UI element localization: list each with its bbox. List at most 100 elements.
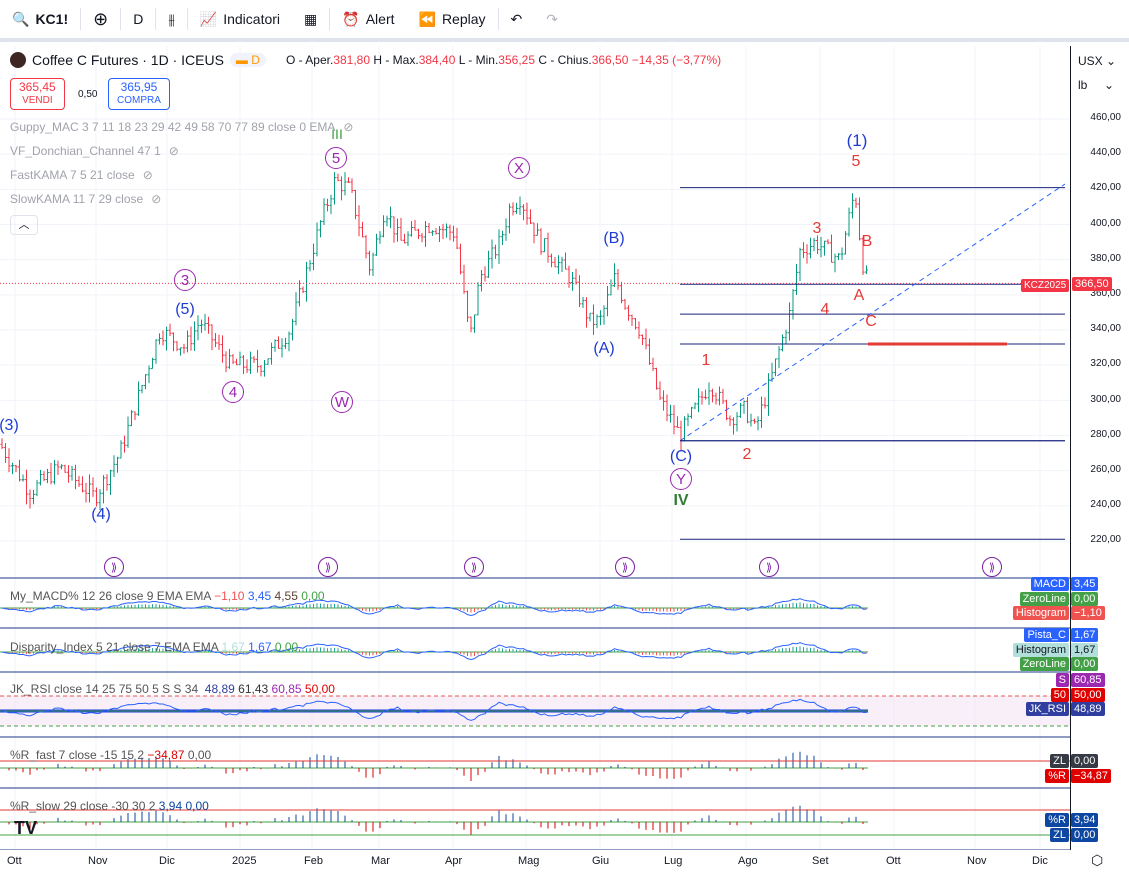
wave-label-c-paren: (C)	[669, 448, 693, 465]
chart-canvas[interactable]	[0, 46, 1070, 850]
market-status-badge: ▬ D	[229, 53, 266, 67]
plus-circle-icon: ⊕	[93, 8, 109, 29]
time-tick: Mar	[371, 855, 390, 867]
time-tick: Nov	[967, 855, 987, 867]
price-tick: 440,00	[1090, 147, 1121, 159]
wave-label-w: W	[331, 391, 353, 413]
wave-label-iii: III	[331, 126, 343, 142]
wave-label-x: X	[508, 157, 530, 179]
buy-button[interactable]: 365,95 COMPRA	[108, 78, 170, 110]
time-tick: Ott	[886, 855, 901, 867]
wave-label-2: 2	[742, 446, 752, 463]
alarm-icon: ⏰	[342, 10, 360, 27]
currency-select[interactable]: USX ⌄	[1078, 54, 1116, 68]
sell-button[interactable]: 365,45 VENDI	[10, 78, 65, 110]
wave-label-4-circled: 4	[222, 381, 244, 403]
event-marker-icon[interactable]: ⟫	[464, 557, 484, 577]
indicator-fastkama[interactable]: FastKAMA 7 5 21 close ⊘	[10, 168, 153, 182]
indicator-guppy[interactable]: Guppy_MAC 3 7 11 18 23 29 42 49 58 70 77…	[10, 120, 353, 134]
rsi-tag-label: JK_RSI	[1025, 702, 1069, 716]
rslow-legend[interactable]: %R_slow 29 close -30 30 2 3,94 0,00	[10, 799, 209, 813]
rfast-legend[interactable]: %R_fast 7 close -15 15 2 −34,87 0,00	[10, 748, 211, 762]
disp-tag-label: Pista_C	[1024, 628, 1069, 642]
price-tick: 280,00	[1090, 428, 1121, 440]
time-tick: Set	[812, 855, 829, 867]
price-tick: 380,00	[1090, 252, 1121, 264]
disparity-legend[interactable]: Disparity_Index 5 21 close 7 EMA EMA 1,6…	[10, 640, 298, 654]
search-icon: 🔍	[12, 10, 30, 27]
time-tick: Giu	[592, 855, 610, 867]
wave-label-4: 4	[820, 301, 830, 318]
time-tick: Nov	[88, 855, 108, 867]
price-tick: 420,00	[1090, 182, 1121, 194]
macd-tag-label: Histogram	[1012, 606, 1069, 620]
wave-label-c: C	[865, 313, 877, 330]
rfast-tag-label: %R	[1045, 768, 1069, 783]
interval-button[interactable]: D	[121, 0, 155, 38]
last-price-label: 366,50	[1072, 277, 1112, 291]
time-tick: Mag	[518, 855, 540, 867]
unit-select[interactable]: lb ⌄	[1078, 78, 1114, 92]
wave-label-3-circled: 3	[174, 269, 196, 291]
indicators-button[interactable]: 📈 Indicatori	[188, 0, 292, 38]
wave-label-3-paren: (3)	[0, 417, 19, 434]
macd-legend[interactable]: My_MACD% 12 26 close 9 EMA EMA −1,10 3,4…	[10, 589, 325, 603]
wave-label-b: B	[861, 233, 873, 250]
settings-icon[interactable]: ⬡	[1091, 852, 1103, 869]
grid-icon: ▦	[304, 10, 318, 27]
redo-button[interactable]: ↷	[534, 0, 570, 38]
coffee-logo-icon	[10, 52, 26, 68]
collapse-legend-button[interactable]: ︿	[10, 215, 38, 235]
time-tick: Dic	[1032, 855, 1048, 867]
price-tick: 260,00	[1090, 464, 1121, 475]
rsi-legend[interactable]: JK_RSI close 14 25 75 50 5 S S 34 48,89 …	[10, 682, 335, 696]
wave-label-3: 3	[812, 220, 822, 237]
eye-hidden-icon[interactable]: ⊘	[143, 168, 153, 182]
indicators-icon: 📈	[199, 10, 218, 27]
price-tick: 340,00	[1090, 323, 1121, 335]
eye-hidden-icon[interactable]: ⊘	[343, 120, 353, 134]
symbol-search[interactable]: 🔍 KC1!	[0, 0, 80, 38]
rsi-tag-label: S	[1055, 673, 1069, 687]
price-tick: 220,00	[1090, 534, 1121, 546]
wave-label-b-paren: (B)	[603, 230, 625, 247]
alert-button[interactable]: ⏰ Alert	[330, 0, 406, 38]
eye-hidden-icon[interactable]: ⊘	[169, 144, 179, 158]
spread: 0,50	[78, 88, 98, 102]
time-tick: Lug	[664, 855, 683, 867]
event-marker-icon[interactable]: ⟫	[318, 557, 338, 577]
event-marker-icon[interactable]: ⟫	[615, 557, 635, 577]
price-axis[interactable]: USX ⌄ lb ⌄ 460,00 440,00 420,00 400,00 380,0…	[1070, 46, 1129, 868]
redo-icon: ↷	[546, 10, 558, 27]
chevron-down-icon: ⌄	[1104, 78, 1115, 92]
compare-button[interactable]: ⊕	[81, 0, 120, 38]
time-tick: 2025	[232, 855, 257, 867]
indicator-slowkama[interactable]: SlowKAMA 11 7 29 close ⊘	[10, 192, 161, 206]
wave-label-5-circled: 5	[325, 147, 347, 169]
wave-label-a: A	[853, 287, 865, 304]
wave-label-4-paren: (4)	[91, 506, 111, 523]
event-marker-icon[interactable]: ⟫	[104, 557, 124, 577]
top-toolbar: 🔍 KC1! ⊕ D ⫵ 📈 Indicatori ▦ ⏰ Alert ⏪ Replay…	[0, 0, 1129, 42]
event-marker-icon[interactable]: ⟫	[759, 557, 779, 577]
indicator-donchian[interactable]: VF_Donchian_Channel 47 1 ⊘	[10, 144, 179, 158]
price-tick: 240,00	[1090, 499, 1121, 511]
macd-tag-label: ZeroLine	[1019, 591, 1069, 606]
chart-area[interactable]	[0, 46, 1070, 850]
time-tick: Dic	[159, 855, 175, 867]
layouts-button[interactable]: ▦	[292, 0, 329, 38]
time-tick: Feb	[304, 855, 323, 867]
eye-hidden-icon[interactable]: ⊘	[151, 192, 161, 206]
last-symbol-label: KCZ2025	[1021, 279, 1070, 292]
undo-icon: ↶	[510, 10, 523, 27]
symbol-legend: Coffee C Futures · 1D · ICEUS ▬ D O - Ap…	[10, 52, 721, 68]
disp-tag-label: Histogram	[1012, 642, 1069, 657]
time-tick: Ago	[738, 855, 758, 867]
wave-label-iv: IV	[673, 492, 689, 509]
rslow-tag-label: %R	[1045, 813, 1069, 827]
replay-button[interactable]: ⏪ Replay	[407, 0, 498, 38]
event-marker-icon[interactable]: ⟫	[982, 557, 1002, 577]
chart-type-button[interactable]: ⫵	[156, 0, 186, 38]
undo-button[interactable]: ↶	[499, 0, 535, 38]
replay-icon: ⏪	[418, 10, 436, 27]
